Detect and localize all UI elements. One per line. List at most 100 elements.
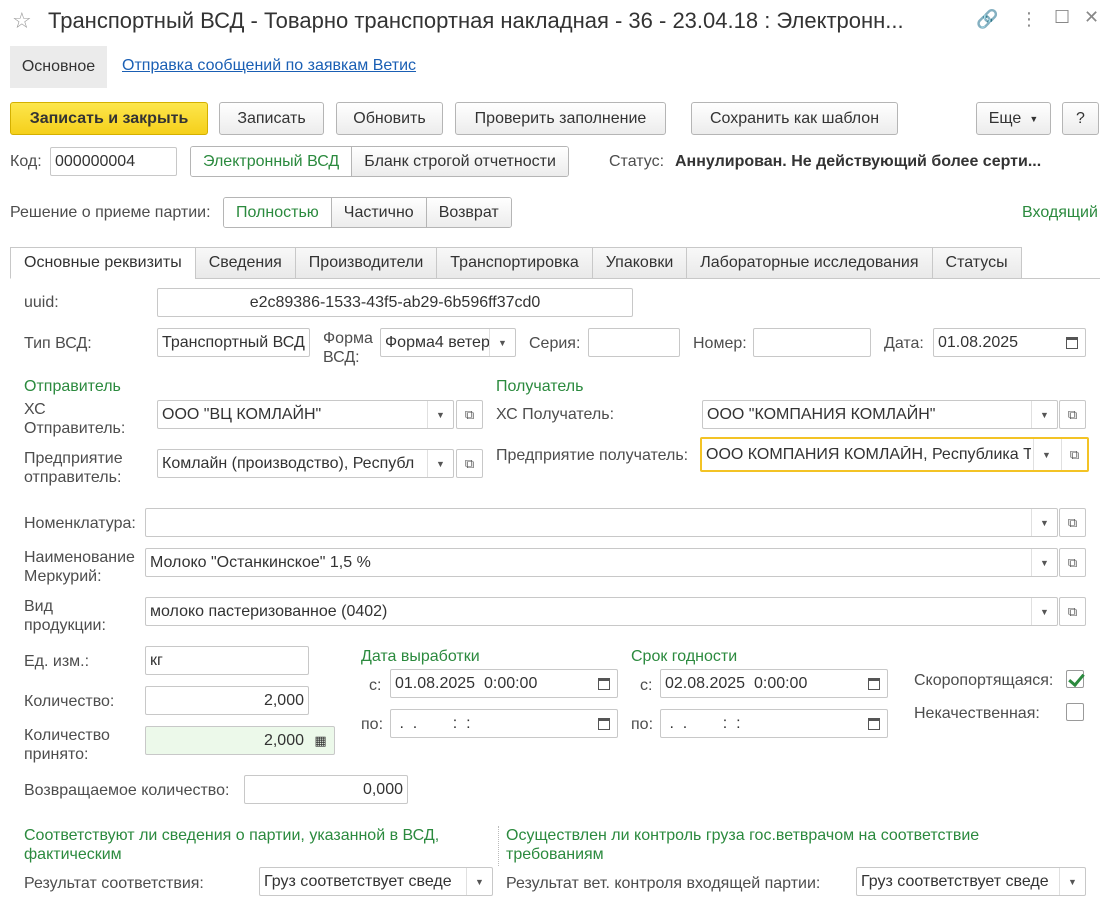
vsd-type-input[interactable]: Транспортный ВСД bbox=[157, 328, 310, 357]
favorite-star-icon[interactable]: ☆ bbox=[12, 8, 32, 34]
recipient-hs-label: ХС Получатель: bbox=[496, 406, 615, 423]
recipient-header: Получатель bbox=[496, 378, 584, 395]
chevron-down-icon[interactable]: ▼ bbox=[1059, 868, 1085, 895]
check-fill-button[interactable]: Проверить заполнение bbox=[455, 102, 666, 135]
mercury-name-label-2: Меркурий: bbox=[24, 568, 102, 585]
unit-input[interactable]: кг bbox=[145, 646, 309, 675]
maximize-icon[interactable]: ☐ bbox=[1054, 7, 1070, 28]
date-label: Дата: bbox=[884, 335, 924, 352]
expiry-header: Срок годности bbox=[631, 648, 738, 665]
conformity-result-select[interactable]: Груз соответствует сведе ▼ bbox=[259, 867, 493, 896]
chevron-down-icon[interactable]: ▼ bbox=[489, 329, 515, 356]
exp-from-input[interactable]: 02.08.2025 0:00:00 bbox=[660, 669, 888, 698]
open-icon[interactable]: ⧉ bbox=[1059, 400, 1086, 429]
window-title: Транспортный ВСД - Товарно транспортная … bbox=[48, 8, 904, 33]
sender-hs-label-2: Отправитель: bbox=[24, 420, 126, 437]
uuid-input[interactable]: e2c89386-1533-43f5-ab29-6b596ff37cd0 bbox=[157, 288, 633, 317]
uuid-label: uuid: bbox=[24, 294, 59, 311]
chevron-down-icon[interactable]: ▼ bbox=[1033, 439, 1059, 470]
open-icon[interactable]: ⧉ bbox=[456, 400, 483, 429]
link-icon[interactable]: 🔗 bbox=[976, 9, 998, 30]
tab-producers[interactable]: Производители bbox=[294, 247, 438, 279]
decision-partial[interactable]: Частично bbox=[331, 198, 427, 227]
help-button[interactable]: ? bbox=[1062, 102, 1099, 135]
chevron-down-icon[interactable]: ▼ bbox=[427, 401, 453, 428]
calendar-icon[interactable] bbox=[860, 710, 887, 737]
tab-statuses[interactable]: Статусы bbox=[931, 247, 1022, 279]
vsd-form-value: Форма4 ветер bbox=[385, 333, 490, 351]
chevron-down-icon[interactable]: ▼ bbox=[1031, 401, 1057, 428]
mercury-name-select[interactable]: Молоко "Останкинское" 1,5 % ▼ bbox=[145, 548, 1058, 577]
vsd-type-label: Тип ВСД: bbox=[24, 335, 92, 352]
more-vertical-icon[interactable]: ⋮ bbox=[1020, 9, 1038, 30]
decision-return[interactable]: Возврат bbox=[426, 198, 511, 227]
save-and-close-button[interactable]: Записать и закрыть bbox=[10, 102, 208, 135]
chevron-down-icon[interactable]: ▼ bbox=[466, 868, 492, 895]
tab-packaging[interactable]: Упаковки bbox=[591, 247, 688, 279]
series-label: Серия: bbox=[529, 335, 581, 352]
vsd-type-blank[interactable]: Бланк строгой отчетности bbox=[352, 147, 568, 176]
exp-to-input[interactable]: . . : : bbox=[660, 709, 888, 738]
calendar-icon[interactable] bbox=[590, 710, 617, 737]
vsd-form-select[interactable]: Форма4 ветер ▼ bbox=[380, 328, 516, 357]
code-input[interactable]: 000000004 bbox=[50, 147, 177, 176]
open-icon[interactable]: ⧉ bbox=[1061, 439, 1087, 470]
series-input[interactable] bbox=[588, 328, 680, 357]
open-icon[interactable]: ⧉ bbox=[1059, 508, 1086, 537]
perishable-checkbox[interactable] bbox=[1066, 670, 1084, 688]
open-icon[interactable]: ⧉ bbox=[1059, 597, 1086, 626]
poor-quality-checkbox[interactable] bbox=[1066, 703, 1084, 721]
prod-to-input[interactable]: . . : : bbox=[390, 709, 618, 738]
date-value: 01.08.2025 bbox=[938, 333, 1019, 351]
tab-lab-tests[interactable]: Лабораторные исследования bbox=[686, 247, 933, 279]
tab-main-details[interactable]: Основные реквизиты bbox=[10, 247, 196, 279]
calculator-icon[interactable]: ▦ bbox=[307, 727, 334, 754]
status-value: Аннулирован. Не действующий более серти.… bbox=[675, 153, 1042, 170]
status-label: Статус: bbox=[609, 153, 665, 170]
exp-from-value: 02.08.2025 0:00:00 bbox=[665, 674, 808, 692]
exp-to-value: . . : : bbox=[665, 714, 741, 732]
number-input[interactable] bbox=[753, 328, 871, 357]
decision-full[interactable]: Полностью bbox=[224, 198, 332, 227]
vsd-type-toggle[interactable]: Электронный ВСД Бланк строгой отчетности bbox=[190, 146, 569, 177]
returned-input[interactable]: 0,000 bbox=[244, 775, 408, 804]
recipient-ent-select[interactable]: ООО КОМПАНИЯ КОМЛАЙН, Республика Т ▼ ⧉ bbox=[700, 437, 1089, 472]
nomenclature-select[interactable]: ▼ bbox=[145, 508, 1058, 537]
close-icon[interactable]: ✕ bbox=[1084, 7, 1099, 28]
chevron-down-icon[interactable]: ▼ bbox=[1031, 509, 1057, 536]
refresh-button[interactable]: Обновить bbox=[336, 102, 443, 135]
date-input[interactable]: 01.08.2025 bbox=[933, 328, 1086, 357]
calendar-icon[interactable] bbox=[1058, 329, 1085, 356]
calendar-icon[interactable] bbox=[590, 670, 617, 697]
sender-ent-select[interactable]: Комлайн (производство), Республ ▼ bbox=[157, 449, 454, 478]
product-kind-select[interactable]: молоко пастеризованное (0402) ▼ bbox=[145, 597, 1058, 626]
save-as-template-button[interactable]: Сохранить как шаблон bbox=[691, 102, 898, 135]
save-button[interactable]: Записать bbox=[219, 102, 324, 135]
open-icon[interactable]: ⧉ bbox=[456, 449, 483, 478]
vet-result-value: Груз соответствует сведе bbox=[861, 872, 1049, 890]
chevron-down-icon[interactable]: ▼ bbox=[1031, 598, 1057, 625]
open-icon[interactable]: ⧉ bbox=[1059, 548, 1086, 577]
conformity-result-label: Результат соответствия: bbox=[24, 875, 204, 892]
vsd-type-electronic[interactable]: Электронный ВСД bbox=[191, 147, 353, 176]
chevron-down-icon[interactable]: ▼ bbox=[427, 450, 453, 477]
prod-from-input[interactable]: 01.08.2025 0:00:00 bbox=[390, 669, 618, 698]
exp-from-label: с: bbox=[640, 677, 653, 694]
more-button[interactable]: Еще ▼ bbox=[976, 102, 1051, 135]
calendar-icon[interactable] bbox=[860, 670, 887, 697]
chevron-down-icon[interactable]: ▼ bbox=[1031, 549, 1057, 576]
tab-bar: Основные реквизиты Сведения Производител… bbox=[10, 247, 1022, 279]
sender-hs-select[interactable]: ООО "ВЦ КОМЛАЙН" ▼ bbox=[157, 400, 454, 429]
recipient-hs-select[interactable]: ООО "КОМПАНИЯ КОМЛАЙН" ▼ bbox=[702, 400, 1058, 429]
prod-from-label: с: bbox=[369, 677, 382, 694]
tab-transport[interactable]: Транспортировка bbox=[436, 247, 593, 279]
qty-accepted-input[interactable]: 2,000 ▦ bbox=[145, 726, 335, 755]
qty-input[interactable]: 2,000 bbox=[145, 686, 309, 715]
poor-quality-label: Некачественная: bbox=[914, 705, 1040, 722]
decision-toggle[interactable]: Полностью Частично Возврат bbox=[223, 197, 512, 228]
nav-main-tab[interactable]: Основное bbox=[10, 46, 107, 88]
direction-label: Входящий bbox=[1022, 204, 1098, 221]
vet-result-select[interactable]: Груз соответствует сведе ▼ bbox=[856, 867, 1086, 896]
nav-vetis-link[interactable]: Отправка сообщений по заявкам Ветис bbox=[122, 57, 416, 75]
tab-info[interactable]: Сведения bbox=[194, 247, 296, 279]
